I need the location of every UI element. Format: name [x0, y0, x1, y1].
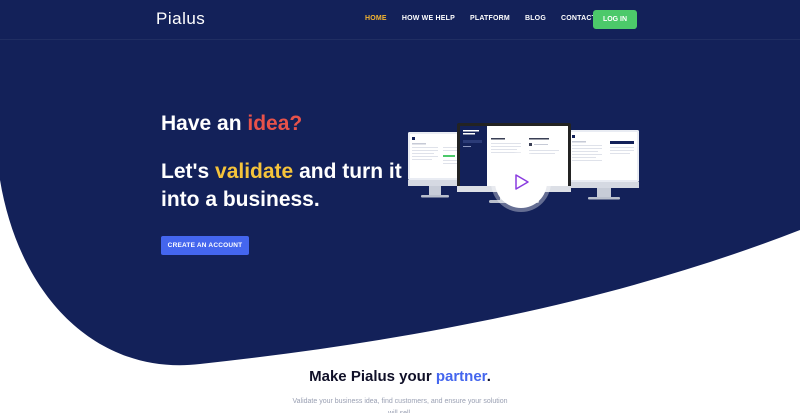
nav-divider: [0, 39, 800, 40]
partner-title-suffix: .: [486, 368, 491, 385]
nav-menu: HOME HOW WE HELP PLATFORM BLOG CONTACT: [365, 15, 611, 22]
right-monitor: [568, 130, 639, 200]
left-monitor: [408, 132, 462, 198]
nav-item-how-we-help[interactable]: HOW WE HELP: [402, 15, 455, 22]
top-navbar: Pialus HOME HOW WE HELP PLATFORM BLOG CO…: [0, 0, 800, 40]
hero-headline-prefix: Let's: [161, 160, 216, 183]
hero-question-prefix: Have an: [161, 112, 248, 135]
partner-section-title: Make Pialus your partner.: [0, 368, 800, 385]
hero-question-accent: idea?: [247, 112, 303, 135]
nav-item-home[interactable]: HOME: [365, 15, 387, 22]
partner-subtitle: Validate your business idea, find custom…: [292, 398, 508, 413]
hero-question: Have an idea?: [161, 112, 302, 136]
play-button[interactable]: [491, 152, 551, 212]
device-mockup-illustration: [408, 123, 639, 212]
brand-logo[interactable]: Pialus: [156, 9, 205, 29]
nav-item-contact[interactable]: CONTACT: [561, 15, 596, 22]
nav-item-platform[interactable]: PLATFORM: [470, 15, 510, 22]
hero-headline: Let's validate and turn it into a busine…: [161, 158, 421, 214]
nav-item-blog[interactable]: BLOG: [525, 15, 546, 22]
create-account-button[interactable]: CREATE AN ACCOUNT: [161, 236, 249, 255]
partner-title-prefix: Make Pialus your: [309, 368, 436, 385]
partner-title-accent: partner: [435, 368, 487, 385]
hero-headline-accent: validate: [215, 160, 294, 183]
login-button[interactable]: LOG IN: [593, 10, 637, 29]
